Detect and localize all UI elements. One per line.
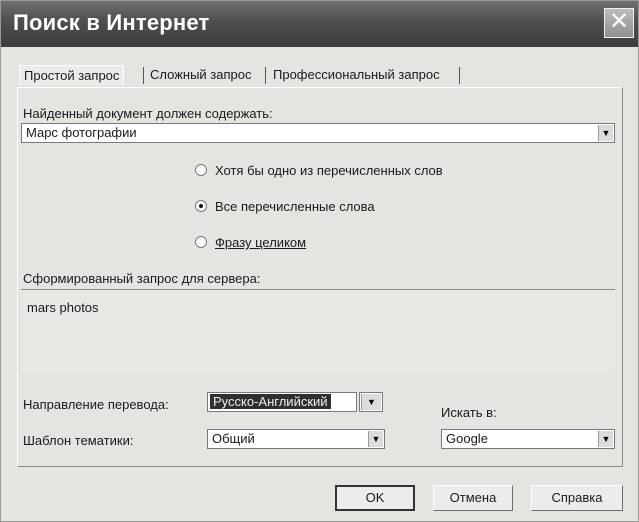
tab-separator <box>143 67 144 84</box>
radio-exact-phrase[interactable]: Фразу целиком <box>195 235 306 250</box>
radio-icon <box>195 164 207 176</box>
search-engine-value: Google <box>446 431 488 446</box>
radio-all-words-label: Все перечисленные слова <box>215 199 375 214</box>
translation-direction-label: Направление перевода: <box>23 397 169 412</box>
search-in-label: Искать в: <box>441 405 497 420</box>
found-document-label: Найденный документ должен содержать: <box>23 106 273 121</box>
radio-exact-phrase-label: Фразу целиком <box>215 235 307 250</box>
server-query-value: mars photos <box>27 300 99 315</box>
radio-any-word-label: Хотя бы одно из перечисленных слов <box>215 163 443 178</box>
dialog-title: Поиск в Интернет <box>13 10 210 35</box>
translation-direction-value: Русско-Английский <box>210 394 331 409</box>
radio-selected-icon <box>195 200 207 212</box>
search-dialog: Поиск в Интернет ✕ Простой запрос Сложны… <box>0 0 639 522</box>
tab-complex-query[interactable]: Сложный запрос <box>146 65 256 84</box>
help-button[interactable]: Справка <box>531 485 623 511</box>
search-terms-value: Марс фотографии <box>26 125 137 140</box>
translation-direction-select[interactable]: Русско-Английский <box>207 392 357 412</box>
tab-professional-query[interactable]: Профессиональный запрос <box>269 65 444 84</box>
server-query-textarea[interactable]: mars photos <box>21 289 615 373</box>
translation-direction-dropdown[interactable]: ▼ <box>359 392 383 412</box>
tab-separator <box>459 67 460 84</box>
close-icon[interactable]: ✕ <box>604 8 634 38</box>
chevron-down-icon[interactable]: ▼ <box>598 431 613 447</box>
radio-any-word[interactable]: Хотя бы одно из перечисленных слов <box>195 163 443 178</box>
topic-template-select[interactable]: Общий ▼ <box>207 429 385 449</box>
topic-template-value: Общий <box>212 431 255 446</box>
radio-all-words[interactable]: Все перечисленные слова <box>195 199 375 214</box>
title-bar: Поиск в Интернет ✕ <box>1 1 638 47</box>
tab-simple-query[interactable]: Простой запрос <box>19 65 125 85</box>
topic-template-label: Шаблон тематики: <box>23 433 134 448</box>
radio-icon <box>195 236 207 248</box>
tab-separator <box>265 67 266 84</box>
chevron-down-icon[interactable]: ▼ <box>598 125 613 141</box>
cancel-button[interactable]: Отмена <box>433 485 513 511</box>
chevron-down-icon[interactable]: ▼ <box>368 431 383 447</box>
chevron-down-icon[interactable]: ▼ <box>361 394 381 410</box>
server-query-label: Сформированный запрос для сервера: <box>23 271 261 286</box>
ok-button[interactable]: OK <box>335 485 415 511</box>
search-engine-select[interactable]: Google ▼ <box>441 429 615 449</box>
search-terms-combo[interactable]: Марс фотографии ▼ <box>21 123 615 143</box>
